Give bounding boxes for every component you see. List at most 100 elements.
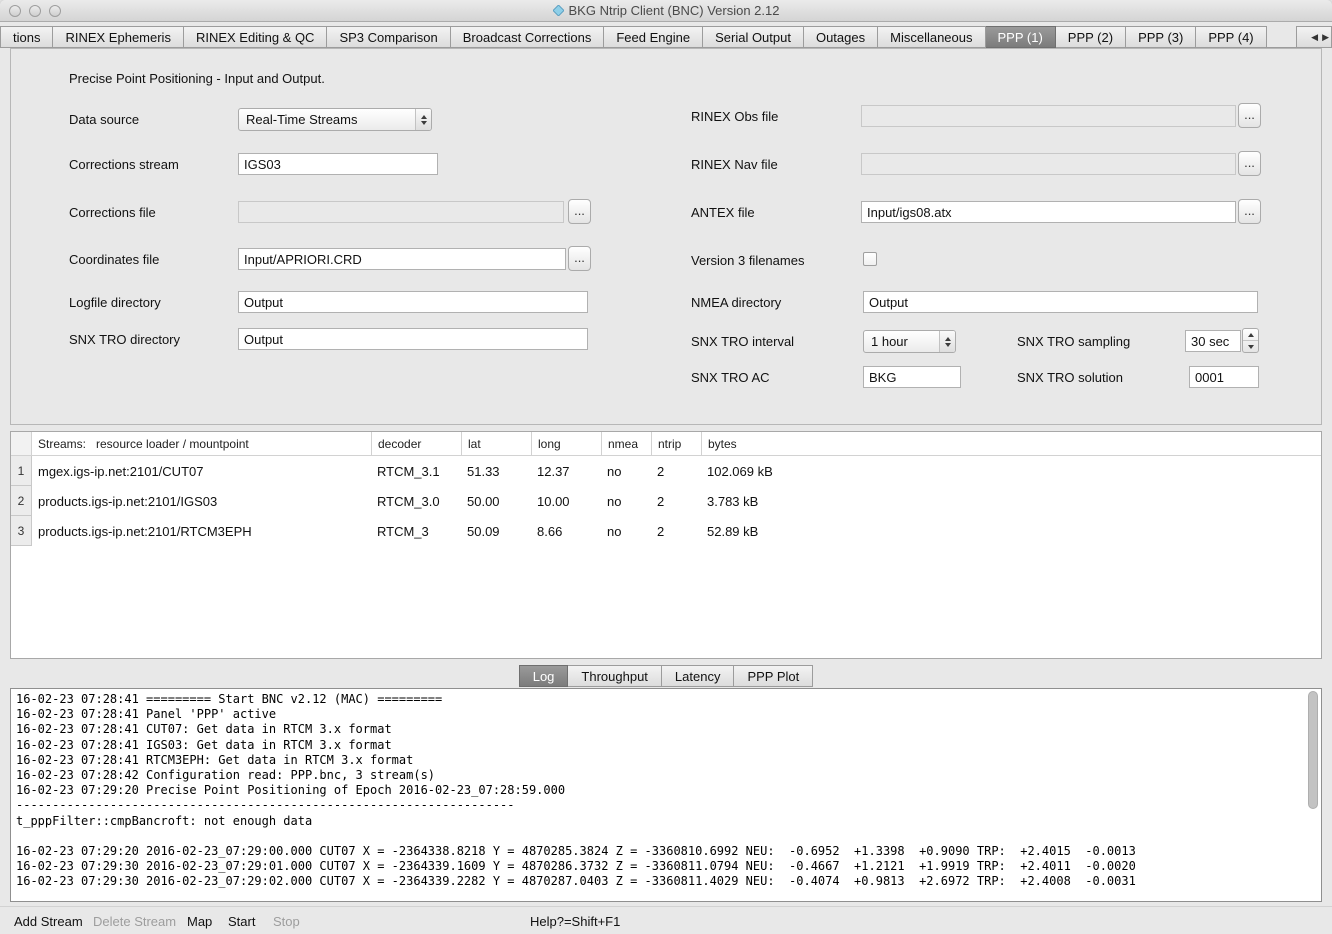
snx-tro-sampling-label: SNX TRO sampling — [1017, 334, 1130, 349]
antex-file-input[interactable] — [861, 201, 1236, 223]
tab-options[interactable]: tions — [0, 26, 53, 48]
stream-decoder: RTCM_3.0 — [371, 486, 461, 516]
rinex-nav-file-label: RINEX Nav file — [691, 157, 778, 172]
stream-ntrip: 2 — [651, 486, 701, 516]
version3-filenames-checkbox[interactable] — [863, 252, 877, 266]
snx-tro-sampling-stepper[interactable] — [1242, 328, 1259, 353]
map-button[interactable]: Map — [187, 914, 212, 929]
tab-ppp-4[interactable]: PPP (4) — [1196, 26, 1266, 48]
stream-decoder: RTCM_3 — [371, 516, 461, 546]
data-source-value: Real-Time Streams — [239, 112, 415, 127]
header-long: long — [531, 432, 601, 455]
dropdown-arrows-icon — [415, 109, 431, 130]
version3-filenames-label: Version 3 filenames — [691, 253, 804, 268]
tab-serial-output[interactable]: Serial Output — [703, 26, 804, 48]
stop-button[interactable]: Stop — [273, 914, 300, 929]
tab-feed-engine[interactable]: Feed Engine — [604, 26, 703, 48]
nmea-directory-input[interactable] — [863, 291, 1258, 313]
tab-broadcast-corrections[interactable]: Broadcast Corrections — [451, 26, 605, 48]
header-decoder: decoder — [371, 432, 461, 455]
tab-latency[interactable]: Latency — [662, 665, 735, 687]
header-bytes: bytes — [701, 432, 1321, 455]
dropdown-arrows-icon — [939, 331, 955, 352]
snx-tro-directory-label: SNX TRO directory — [69, 332, 180, 347]
stream-long: 10.00 — [531, 486, 601, 516]
header-mountpoint: Streams: resource loader / mountpoint — [32, 432, 371, 455]
stream-long: 12.37 — [531, 456, 601, 486]
stream-row[interactable]: 1 mgex.igs-ip.net:2101/CUT07 RTCM_3.1 51… — [11, 456, 1321, 486]
tab-throughput[interactable]: Throughput — [568, 665, 662, 687]
snx-tro-interval-select[interactable]: 1 hour — [863, 330, 956, 353]
tab-rinex-ephemeris[interactable]: RINEX Ephemeris — [53, 26, 183, 48]
header-lat: lat — [461, 432, 531, 455]
header-gutter — [11, 432, 32, 455]
stream-bytes: 3.783 kB — [701, 486, 1321, 516]
log-output: 16-02-23 07:28:41 ========= Start BNC v2… — [11, 689, 1321, 890]
window-title: BKG Ntrip Client (BNC) Version 2.12 — [569, 3, 780, 18]
tab-miscellaneous[interactable]: Miscellaneous — [878, 26, 985, 48]
antex-file-label: ANTEX file — [691, 205, 755, 220]
stream-ntrip: 2 — [651, 516, 701, 546]
start-button[interactable]: Start — [228, 914, 255, 929]
header-ntrip: ntrip — [651, 432, 701, 455]
corrections-file-browse-button[interactable]: ... — [568, 199, 591, 224]
snx-tro-ac-input[interactable] — [863, 366, 961, 388]
traffic-lights — [9, 5, 61, 17]
close-button[interactable] — [9, 5, 21, 17]
rinex-obs-file-browse-button[interactable]: ... — [1238, 103, 1261, 128]
stream-row[interactable]: 3 products.igs-ip.net:2101/RTCM3EPH RTCM… — [11, 516, 1321, 546]
tab-outages[interactable]: Outages — [804, 26, 878, 48]
minimize-button[interactable] — [29, 5, 41, 17]
tab-log[interactable]: Log — [519, 665, 569, 687]
stream-ntrip: 2 — [651, 456, 701, 486]
tab-ppp-3[interactable]: PPP (3) — [1126, 26, 1196, 48]
stream-mountpoint: products.igs-ip.net:2101/IGS03 — [32, 486, 371, 516]
snx-tro-ac-label: SNX TRO AC — [691, 370, 770, 385]
antex-file-browse-button[interactable]: ... — [1238, 199, 1261, 224]
coordinates-file-browse-button[interactable]: ... — [568, 246, 591, 271]
log-panel: 16-02-23 07:28:41 ========= Start BNC v2… — [10, 688, 1322, 902]
snx-tro-interval-value: 1 hour — [864, 334, 939, 349]
data-source-label: Data source — [69, 112, 139, 127]
corrections-file-label: Corrections file — [69, 205, 156, 220]
zoom-button[interactable] — [49, 5, 61, 17]
rinex-nav-file-browse-button[interactable]: ... — [1238, 151, 1261, 176]
log-scrollbar-thumb[interactable] — [1308, 691, 1318, 809]
stream-lat: 51.33 — [461, 456, 531, 486]
stepper-down-icon[interactable] — [1243, 340, 1258, 352]
tab-rinex-editing-qc[interactable]: RINEX Editing & QC — [184, 26, 328, 48]
add-stream-button[interactable]: Add Stream — [14, 914, 83, 929]
corrections-stream-input[interactable] — [238, 153, 438, 175]
tab-ppp-1[interactable]: PPP (1) — [986, 26, 1056, 48]
title-bar[interactable]: BKG Ntrip Client (BNC) Version 2.12 — [0, 0, 1332, 22]
snx-tro-solution-input[interactable] — [1189, 366, 1259, 388]
snx-tro-directory-input[interactable] — [238, 328, 588, 350]
logfile-directory-input[interactable] — [238, 291, 588, 313]
stream-lat: 50.00 — [461, 486, 531, 516]
snx-tro-solution-label: SNX TRO solution — [1017, 370, 1123, 385]
delete-stream-button[interactable]: Delete Stream — [93, 914, 176, 929]
tab-ppp-2[interactable]: PPP (2) — [1056, 26, 1126, 48]
logfile-directory-label: Logfile directory — [69, 295, 161, 310]
tab-scroller: ◀ ▶ — [1296, 26, 1332, 48]
rinex-obs-file-input[interactable] — [861, 105, 1236, 127]
data-source-select[interactable]: Real-Time Streams — [238, 108, 432, 131]
main-tab-bar: tions RINEX Ephemeris RINEX Editing & QC… — [0, 26, 1332, 48]
snx-tro-sampling-input[interactable] — [1185, 330, 1241, 352]
row-number: 1 — [11, 456, 32, 486]
stepper-up-icon[interactable] — [1243, 329, 1258, 340]
coordinates-file-input[interactable] — [238, 248, 566, 270]
rinex-nav-file-input[interactable] — [861, 153, 1236, 175]
tab-scroll-right-icon[interactable]: ▶ — [1322, 32, 1329, 43]
stream-bytes: 52.89 kB — [701, 516, 1321, 546]
corrections-stream-label: Corrections stream — [69, 157, 179, 172]
tab-scroll-left-icon[interactable]: ◀ — [1311, 32, 1318, 43]
snx-tro-interval-label: SNX TRO interval — [691, 334, 794, 349]
app-icon — [553, 5, 564, 16]
tab-ppp-plot[interactable]: PPP Plot — [734, 665, 813, 687]
bottom-toolbar: Add Stream Delete Stream Map Start Stop … — [0, 906, 1332, 934]
stream-row[interactable]: 2 products.igs-ip.net:2101/IGS03 RTCM_3.… — [11, 486, 1321, 516]
corrections-file-input[interactable] — [238, 201, 564, 223]
tab-sp3-comparison[interactable]: SP3 Comparison — [327, 26, 450, 48]
stream-mountpoint: mgex.igs-ip.net:2101/CUT07 — [32, 456, 371, 486]
